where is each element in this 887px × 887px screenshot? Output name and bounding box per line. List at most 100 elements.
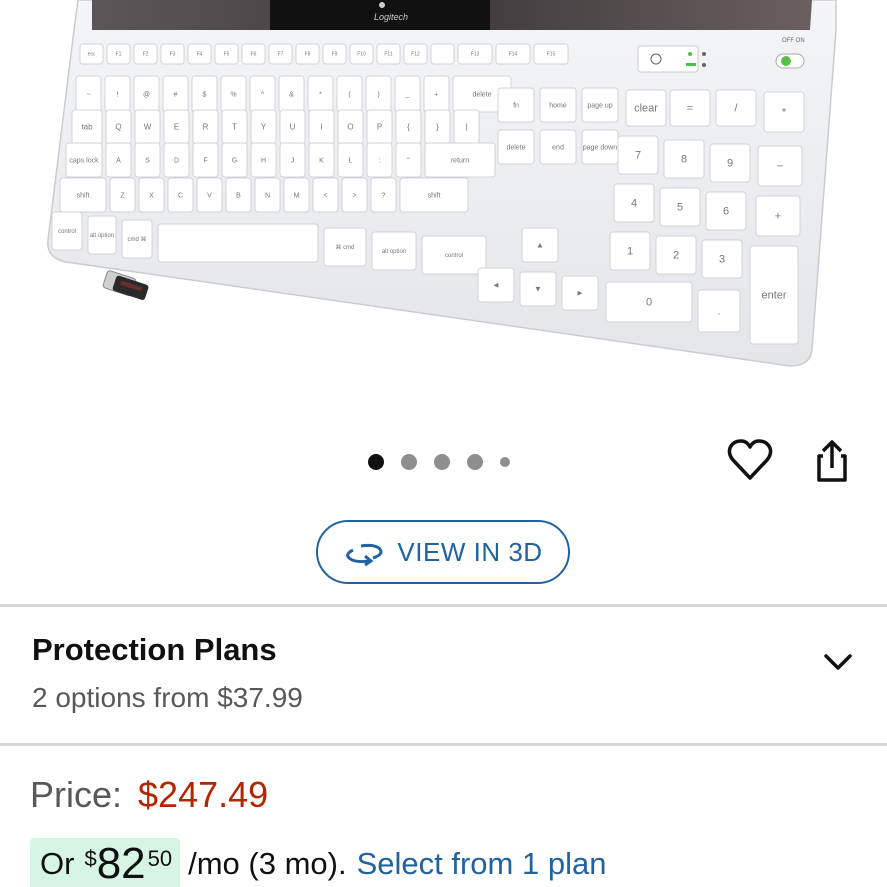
protection-plans-title: Protection Plans bbox=[32, 632, 277, 667]
key-label: % bbox=[230, 91, 236, 98]
heart-icon bbox=[727, 439, 773, 480]
key-label: 7 bbox=[635, 150, 641, 162]
carousel-indicator[interactable] bbox=[368, 453, 527, 471]
power-led bbox=[781, 56, 791, 66]
key-label: ◄ bbox=[492, 281, 500, 290]
carousel-dot[interactable] bbox=[401, 454, 417, 470]
key-label: F12 bbox=[411, 52, 420, 58]
key-label: A bbox=[116, 157, 121, 164]
chevron-down-icon[interactable] bbox=[820, 644, 856, 680]
key-label: = bbox=[687, 103, 693, 115]
section-divider bbox=[0, 604, 887, 607]
price-label: Price: bbox=[30, 774, 123, 815]
key-label: | bbox=[465, 123, 467, 132]
carousel-dot[interactable] bbox=[467, 454, 483, 470]
key-label: caps lock bbox=[69, 157, 99, 164]
key-label: F7 bbox=[278, 52, 284, 58]
product-image[interactable]: Logitech OFF ON esc F1 F2 F3 F4 F5 F6 F7 F8 F9 F10… bbox=[0, 0, 887, 420]
price-row: Price: $247.49 bbox=[30, 774, 268, 816]
key-label: ► bbox=[576, 289, 584, 298]
key-label: F11 bbox=[384, 52, 392, 58]
key-label: T bbox=[232, 123, 237, 132]
key-label: alt option bbox=[90, 233, 114, 239]
key-label: fn bbox=[513, 102, 519, 109]
key-label: end bbox=[552, 144, 564, 151]
key-label: ▲ bbox=[536, 241, 544, 250]
key-label: F5 bbox=[224, 52, 230, 58]
key-label: L bbox=[349, 157, 353, 164]
monthly-term: /mo (3 mo). bbox=[188, 846, 347, 881]
key-label: F15 bbox=[547, 52, 556, 58]
rotate-3d-icon bbox=[346, 543, 383, 566]
key-label: N bbox=[265, 192, 270, 199]
key-label: enter bbox=[761, 290, 786, 302]
key-label: − bbox=[777, 161, 783, 173]
key-label: ? bbox=[382, 192, 386, 199]
view-in-3d-button[interactable]: VIEW IN 3D bbox=[316, 520, 570, 584]
indicator-led bbox=[702, 52, 706, 56]
monthly-payment-row: Or $ 82 50 /mo (3 mo). Select from 1 pla… bbox=[30, 838, 606, 887]
key-label: ⌘ cmd bbox=[335, 244, 354, 251]
key-label: X bbox=[149, 192, 154, 199]
key-label: V bbox=[207, 192, 212, 199]
key-label: : bbox=[379, 157, 381, 164]
share-button[interactable] bbox=[808, 436, 856, 484]
key-label: _ bbox=[405, 91, 410, 98]
brand-logo: Logitech bbox=[374, 12, 408, 22]
key-label: ! bbox=[117, 91, 119, 98]
key-label: clear bbox=[634, 103, 658, 115]
monthly-price-badge: Or $ 82 50 bbox=[30, 838, 181, 887]
key-label: * bbox=[319, 91, 322, 98]
key-label: P bbox=[377, 123, 382, 132]
key-label: @ bbox=[143, 91, 150, 98]
key-label: E bbox=[174, 123, 179, 132]
section-divider bbox=[0, 743, 887, 746]
protection-plans-subtitle: 2 options from $37.99 bbox=[32, 682, 303, 713]
key-label: G bbox=[232, 157, 237, 164]
key-label: delete bbox=[472, 91, 491, 98]
key-label: 9 bbox=[727, 158, 733, 170]
select-plan-link[interactable]: Select from 1 plan bbox=[357, 846, 607, 882]
key-label: home bbox=[549, 102, 567, 109]
key-label: tab bbox=[81, 123, 93, 132]
key-label: F3 bbox=[170, 52, 176, 58]
carousel-dot[interactable] bbox=[368, 454, 384, 470]
key-label: R bbox=[203, 123, 209, 132]
key-label: 2 bbox=[673, 250, 679, 262]
carousel-dot[interactable] bbox=[434, 454, 450, 470]
carousel-dot[interactable] bbox=[500, 457, 510, 467]
indicator-led bbox=[688, 52, 692, 56]
key-label: O bbox=[347, 123, 353, 132]
light-check-key bbox=[637, 45, 699, 73]
key-label: F13 bbox=[471, 52, 480, 58]
wishlist-button[interactable] bbox=[726, 436, 774, 484]
key-label: F14 bbox=[509, 52, 518, 58]
key-label: D bbox=[174, 157, 179, 164]
monthly-price-whole: 82 bbox=[96, 839, 146, 887]
key-label: + bbox=[434, 91, 438, 98]
key-label: shift bbox=[428, 192, 441, 199]
key-label: F8 bbox=[305, 52, 311, 58]
key-label: Q bbox=[115, 123, 121, 132]
key-label: > bbox=[352, 192, 356, 199]
indicator-led bbox=[702, 63, 706, 67]
key-label: Y bbox=[261, 123, 267, 132]
key-label: W bbox=[144, 123, 152, 132]
key-label: Z bbox=[120, 192, 125, 199]
key-label: F4 bbox=[197, 52, 203, 58]
monthly-currency-symbol: $ bbox=[84, 846, 97, 871]
key-label: 8 bbox=[681, 154, 687, 166]
key-label: F10 bbox=[357, 52, 366, 58]
key-label: page up bbox=[587, 102, 612, 109]
key-label: B bbox=[236, 192, 241, 199]
key-label: H bbox=[261, 157, 266, 164]
key-label: delete bbox=[506, 144, 525, 151]
protection-plans-section[interactable]: Protection Plans 2 options from $37.99 bbox=[0, 608, 887, 744]
monthly-price-fraction: 50 bbox=[147, 846, 173, 871]
key-label: * bbox=[782, 107, 787, 119]
key-label: J bbox=[291, 157, 295, 164]
key-label: 4 bbox=[631, 198, 637, 210]
keyboard-key bbox=[430, 43, 455, 65]
key-label: F2 bbox=[143, 52, 149, 58]
key-label: 3 bbox=[719, 254, 725, 266]
